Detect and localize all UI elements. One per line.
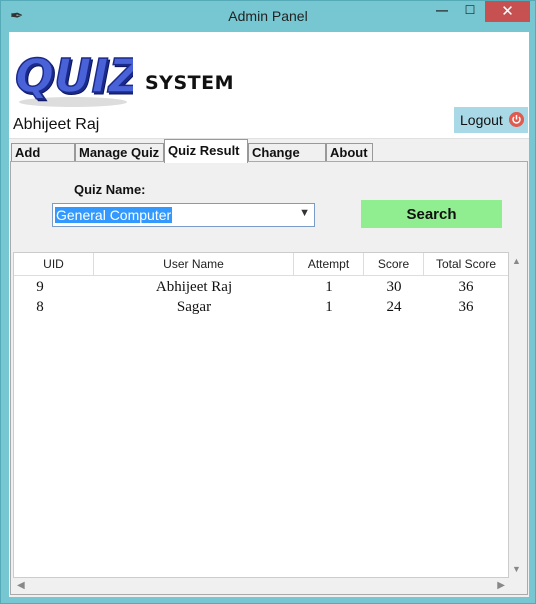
table-row[interactable]: 9 Abhijeet Raj 1 30 36 — [14, 277, 508, 297]
quiz-logo: QUIZ! QUIZ! — [14, 48, 133, 107]
maximize-button[interactable]: ☐ — [457, 3, 483, 24]
scroll-down-icon[interactable]: ▼ — [512, 564, 521, 574]
column-header-user-name[interactable]: User Name — [94, 253, 294, 275]
column-header-uid[interactable]: UID — [14, 253, 94, 275]
results-table: UID User Name Attempt Score Total Score … — [13, 252, 509, 578]
logout-button[interactable]: Logout — [454, 107, 528, 133]
minimize-button[interactable]: — — [429, 3, 455, 24]
tab-add-quiz[interactable]: Add Quiz — [11, 143, 75, 178]
scroll-up-icon[interactable]: ▲ — [512, 256, 521, 266]
column-header-score[interactable]: Score — [364, 253, 424, 275]
quiz-name-select[interactable]: General Computer ▼ — [52, 203, 315, 227]
cell-total-score: 36 — [458, 279, 474, 295]
power-icon — [509, 112, 524, 127]
title-bar[interactable]: ✒ Admin Panel — ☐ ✕ — [1, 1, 535, 32]
cell-attempt: 1 — [325, 299, 333, 315]
horizontal-scrollbar[interactable]: ◀ ▶ — [13, 578, 509, 594]
column-header-total-score[interactable]: Total Score — [424, 253, 508, 275]
scroll-left-icon[interactable]: ◀ — [17, 580, 25, 591]
table-row[interactable]: 8 Sagar 1 24 36 — [14, 297, 508, 317]
cell-attempt: 1 — [325, 279, 333, 295]
cell-user-name: Sagar — [176, 299, 212, 315]
tab-bar: Add Quiz Manage Quiz Quiz Result Change … — [9, 138, 529, 178]
header: QUIZ! QUIZ! SYSTEM Abhijeet Raj Logout — [9, 32, 529, 138]
client-area: QUIZ! QUIZ! SYSTEM Abhijeet Raj Logout A… — [9, 32, 529, 597]
column-header-attempt[interactable]: Attempt — [294, 253, 364, 275]
cell-user-name: Abhijeet Raj — [155, 279, 233, 295]
cell-score: 30 — [386, 279, 402, 295]
admin-window: ✒ Admin Panel — ☐ ✕ QUIZ! QUIZ! SYSTEM A… — [0, 0, 536, 604]
quiz-result-panel: Quiz Name: General Computer ▼ Search UID… — [10, 161, 528, 595]
cell-total-score: 36 — [458, 299, 474, 315]
search-button[interactable]: Search — [361, 200, 502, 228]
user-name: Abhijeet Raj — [13, 116, 100, 133]
cell-uid: 9 — [36, 279, 44, 295]
close-button[interactable]: ✕ — [485, 1, 530, 22]
tab-change-pin[interactable]: Change Pin — [248, 143, 326, 178]
tab-quiz-result[interactable]: Quiz Result — [164, 139, 248, 163]
logout-label: Logout — [460, 112, 503, 128]
svg-text:QUIZ!: QUIZ! — [15, 49, 133, 103]
tab-manage-quiz[interactable]: Manage Quiz — [75, 143, 164, 162]
cell-score: 24 — [386, 299, 402, 315]
vertical-scrollbar[interactable]: ▲ ▼ — [509, 252, 525, 578]
quiz-name-value: General Computer — [55, 207, 173, 223]
cell-uid: 8 — [36, 299, 44, 315]
chevron-down-icon[interactable]: ▼ — [299, 207, 310, 219]
system-title: SYSTEM — [145, 72, 234, 94]
table-header: UID User Name Attempt Score Total Score — [14, 253, 508, 276]
tab-about[interactable]: About — [326, 143, 373, 162]
quiz-name-label: Quiz Name: — [74, 182, 146, 197]
scroll-right-icon[interactable]: ▶ — [497, 580, 505, 591]
